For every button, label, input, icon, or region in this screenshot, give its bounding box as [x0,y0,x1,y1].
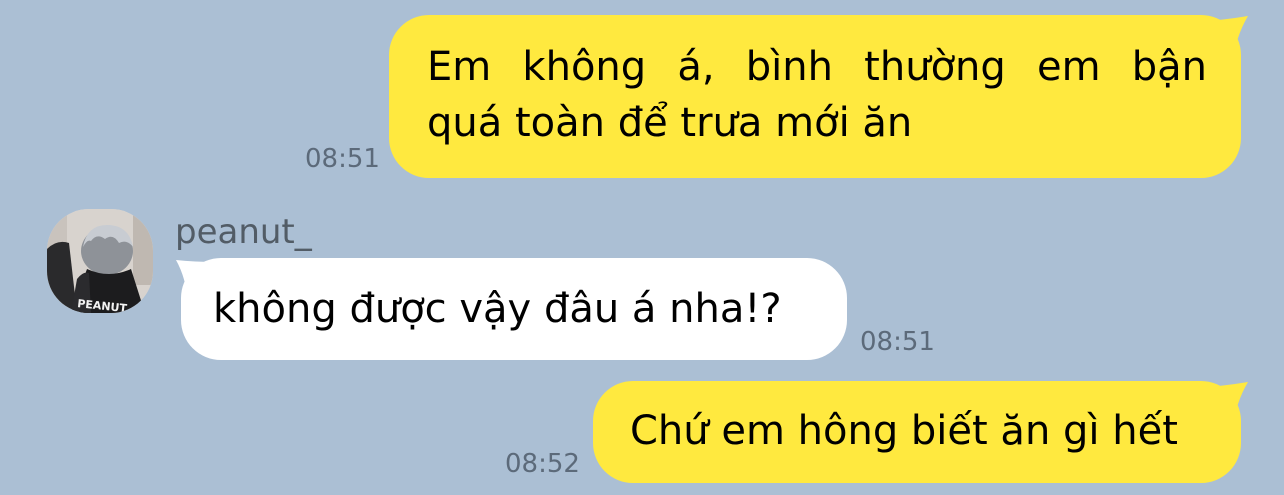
message-timestamp: 08:51 [305,144,380,174]
message-text-line-2: quá toàn để trưa mới ăn [427,100,913,146]
message-text: không được vậy đâu á nha!? [213,286,782,332]
message-text-line-1: Em không á, bình thường em bận [427,44,1207,90]
message-bubble[interactable]: Chứ em hông biết ăn gì hết [593,381,1241,483]
chat-message-list[interactable]: Em không á, bình thường em bận quá toàn … [0,0,1284,495]
message-timestamp: 08:52 [505,449,580,479]
sender-name[interactable]: peanut_ [175,212,312,252]
message-text: Chứ em hông biết ăn gì hết [630,408,1178,454]
message-timestamp: 08:51 [860,327,935,357]
message-bubble[interactable]: Em không á, bình thường em bận quá toàn … [389,15,1241,178]
user-avatar-photo-icon[interactable]: PEANUT [47,209,153,313]
message-bubble[interactable]: không được vậy đâu á nha!? [181,258,847,360]
